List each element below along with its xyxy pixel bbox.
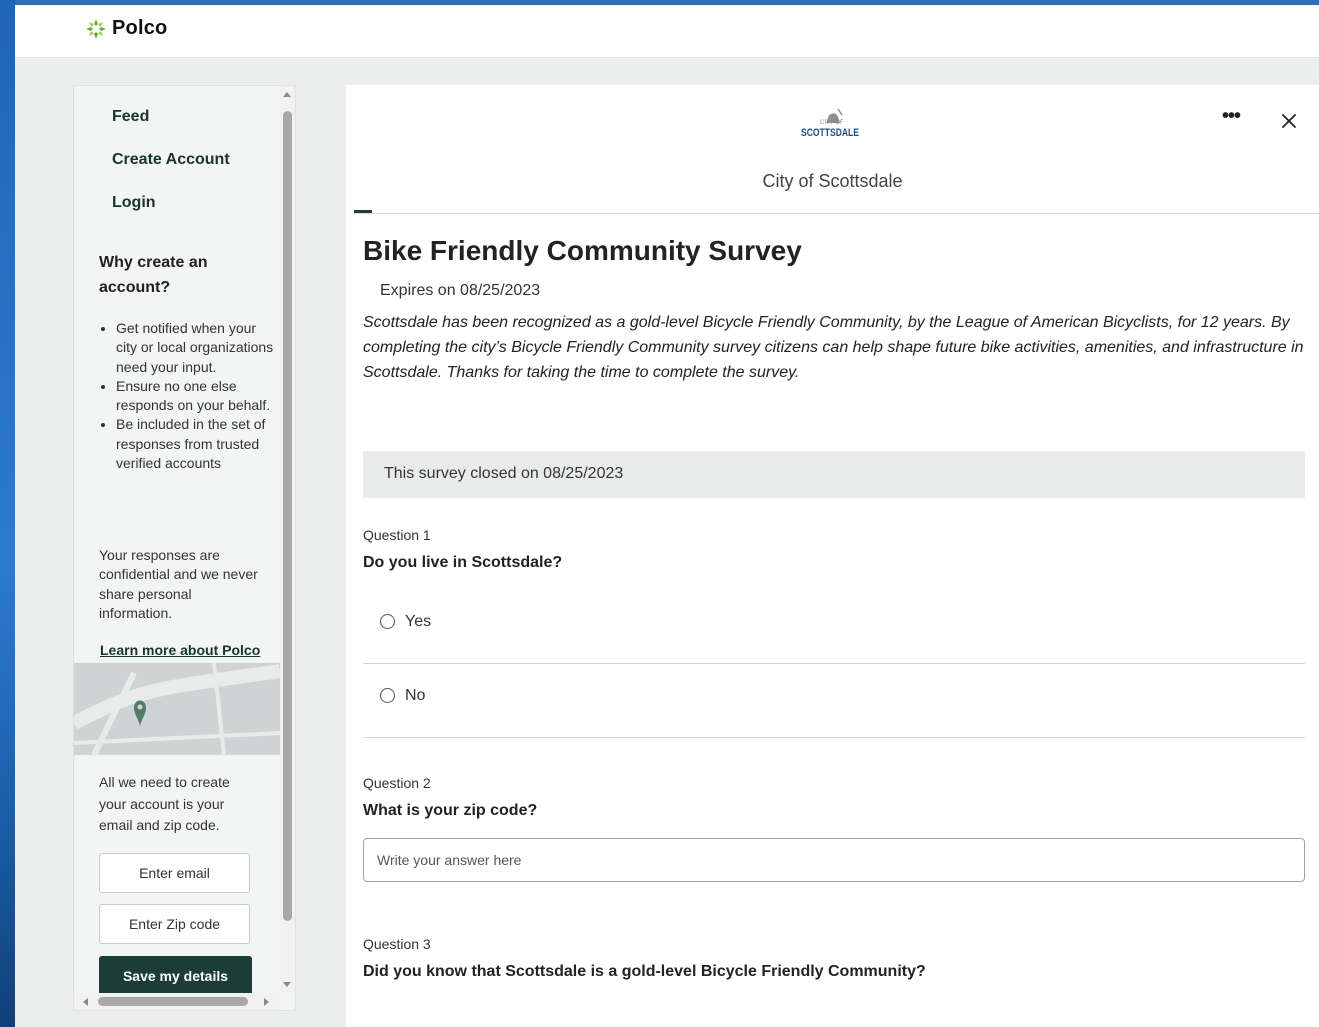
survey-title: Bike Friendly Community Survey bbox=[363, 235, 802, 266]
survey-closed-banner: This survey closed on 08/25/2023 bbox=[363, 451, 1305, 498]
scrollbar-thumb[interactable] bbox=[283, 111, 292, 921]
brand-name: Polco bbox=[112, 17, 168, 39]
confidential-note: Your responses are confidential and we n… bbox=[99, 547, 258, 621]
brand-logo[interactable]: Polco bbox=[85, 17, 167, 40]
scroll-up-arrow-icon[interactable] bbox=[283, 92, 291, 97]
account-sidebar: Feed Create Account Login Why create an … bbox=[73, 85, 296, 1011]
nav-feed-link[interactable]: Feed bbox=[112, 108, 149, 126]
scroll-left-arrow-icon[interactable] bbox=[83, 998, 88, 1006]
benefit-item: Ensure no one else responds on your beha… bbox=[116, 377, 276, 416]
nav-login-link[interactable]: Login bbox=[112, 194, 156, 212]
vertical-scrollbar[interactable] bbox=[280, 86, 295, 993]
desktop-background bbox=[0, 0, 15, 1027]
svg-text:SCOTTSDALE: SCOTTSDALE bbox=[801, 127, 859, 139]
tab-divider bbox=[354, 213, 1319, 214]
expiry-date: Expires on 08/25/2023 bbox=[380, 282, 541, 299]
learn-more-link[interactable]: Learn more about Polco bbox=[100, 642, 260, 658]
question-2-text: What is your zip code? bbox=[363, 802, 538, 819]
svg-text:CITY OF: CITY OF bbox=[820, 120, 844, 126]
survey-panel: CITY OF SCOTTSDALE City of Scottsdale ••… bbox=[346, 85, 1319, 1027]
question-1-label: Question 1 bbox=[363, 527, 431, 543]
more-options-icon[interactable]: ••• bbox=[1216, 106, 1246, 137]
close-icon[interactable] bbox=[1277, 109, 1301, 133]
question-2-label: Question 2 bbox=[363, 775, 431, 791]
scroll-right-arrow-icon[interactable] bbox=[264, 998, 269, 1006]
survey-closed-text: This survey closed on 08/25/2023 bbox=[384, 465, 624, 482]
benefit-item: Get notified when your city or local org… bbox=[116, 319, 276, 377]
question-3-label: Question 3 bbox=[363, 936, 431, 952]
active-tab-indicator bbox=[354, 210, 372, 213]
option-yes[interactable]: Yes bbox=[363, 590, 1305, 664]
option-no[interactable]: No bbox=[363, 664, 1305, 738]
city-of-scottsdale-logo: CITY OF SCOTTSDALE bbox=[801, 108, 859, 139]
question-1-text: Do you live in Scottsdale? bbox=[363, 554, 563, 571]
zip-code-input[interactable] bbox=[99, 904, 250, 944]
why-create-account-heading: Why create an account? bbox=[99, 254, 208, 296]
question-3-text: Did you know that Scottsdale is a gold-l… bbox=[363, 963, 926, 980]
polco-logo-icon bbox=[86, 18, 106, 39]
organization-name: City of Scottsdale bbox=[762, 171, 903, 191]
survey-description: Scottsdale has been recognized as a gold… bbox=[363, 314, 1304, 381]
radio-button-icon[interactable] bbox=[380, 614, 395, 629]
map-illustration bbox=[74, 663, 280, 755]
top-bar: Polco bbox=[15, 5, 1319, 58]
signup-info-text: All we need to create your account is yo… bbox=[99, 774, 230, 833]
benefit-item: Be included in the set of responses from… bbox=[116, 415, 276, 473]
radio-button-icon[interactable] bbox=[380, 688, 395, 703]
horizontal-scrollbar[interactable] bbox=[74, 993, 280, 1010]
nav-create-account-link[interactable]: Create Account bbox=[112, 151, 230, 169]
scrollbar-thumb[interactable] bbox=[98, 997, 248, 1006]
scroll-down-arrow-icon[interactable] bbox=[283, 982, 291, 987]
zip-code-answer-input[interactable] bbox=[363, 838, 1305, 882]
benefits-list: Get notified when your city or local org… bbox=[99, 319, 276, 473]
option-label: No bbox=[405, 687, 426, 704]
option-label: Yes bbox=[405, 613, 432, 630]
email-input[interactable] bbox=[99, 853, 250, 893]
browser-page: Polco Feed Create Account Login Why crea… bbox=[15, 5, 1319, 1027]
save-details-button[interactable]: Save my details bbox=[99, 956, 252, 996]
